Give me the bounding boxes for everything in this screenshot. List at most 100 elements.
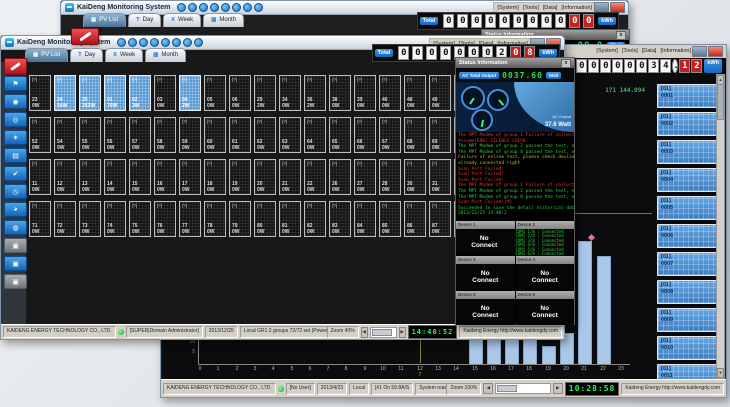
pin-icon[interactable] [172,38,181,47]
group-panel[interactable]: [01]0007 [657,252,719,276]
pv-panel[interactable]: [?]2454W [54,75,76,111]
pv-panel[interactable]: [?]550W [79,117,101,153]
menu-item[interactable]: [Data] [543,5,558,11]
camera-icon[interactable]: ▣ [4,256,27,271]
pin-icon[interactable] [232,3,241,12]
pv-panel[interactable]: [?]670W [379,117,401,153]
shield-icon[interactable]: ✔ [4,166,27,181]
menu-item[interactable]: [Information] [561,5,592,11]
pv-panel[interactable]: [?]030W [154,75,176,111]
pv-panel[interactable]: [?]570W [129,117,151,153]
close-button[interactable] [708,46,723,57]
pv-panel[interactable]: [?]530W [29,117,51,153]
pv-panel[interactable]: [?]870W [429,201,451,237]
pv-panel[interactable]: [?]390W [354,75,376,111]
pv-panel[interactable]: [?]190W [229,159,251,195]
pv-panel[interactable]: [?]042W [179,75,201,111]
brand-link[interactable]: Kaideng Energy http://www.kaidengdy.com [621,383,724,395]
pv-panel[interactable]: [?]0170W [104,75,126,111]
tab-day[interactable]: TDay [70,48,103,62]
pv-panel[interactable]: [?]710W [29,201,51,237]
zoom-right-arrow[interactable]: ▶ [553,383,563,394]
pv-panel[interactable]: [?]180W [204,159,226,195]
pv-panel[interactable]: [?]790W [229,201,251,237]
pv-panel[interactable]: [?]590W [179,117,201,153]
pv-panel[interactable]: [?]540W [54,117,76,153]
pv-panel[interactable]: [?]400W [379,75,401,111]
zoom-left-arrow[interactable]: ◀ [361,327,368,338]
pv-panel[interactable]: [?]800W [254,201,276,237]
camera-icon[interactable]: ▣ [4,238,27,253]
record-icon[interactable] [177,3,186,12]
pv-panel[interactable]: [?]820W [304,201,326,237]
close-icon[interactable]: x [616,31,626,40]
pv-panel[interactable]: [?]023W [129,75,151,111]
zoom-left-arrow[interactable]: ◀ [483,383,493,394]
pv-panel[interactable]: [?]640W [304,117,326,153]
edit-pen-button[interactable] [71,28,99,45]
pv-panel[interactable]: [?]770W [179,201,201,237]
settings-icon[interactable]: ✶ [4,130,27,145]
pv-panel[interactable]: [?]362W [304,75,326,111]
group-panel[interactable]: [01]0008 [657,280,719,304]
pv-panel[interactable]: [?]170W [179,159,201,195]
group-panel[interactable]: [01]0004 [657,168,719,192]
tab-week[interactable]: XWeek [163,13,201,27]
close-icon[interactable]: x [561,59,571,68]
menu-item[interactable]: [Information] [660,48,691,54]
group-panel[interactable]: [01]0002 [657,112,719,136]
pv-panel[interactable]: [?]130W [79,159,101,195]
pv-panel[interactable]: [?]740W [104,201,126,237]
group-panel[interactable]: [01]0001 [657,84,719,108]
mail-icon[interactable] [243,3,252,12]
pv-panel[interactable]: [?]300W [404,159,426,195]
tab-day[interactable]: TDay [128,13,161,27]
menu-item[interactable]: [Tools] [622,48,638,54]
clock-icon[interactable]: ◷ [4,184,27,199]
report-icon[interactable]: ▤ [4,148,27,163]
pv-panel[interactable]: [?]210W [279,159,301,195]
pv-panel[interactable]: [?]050W [204,75,226,111]
pv-panel[interactable]: [?]810W [279,201,301,237]
menu-item[interactable]: [System] [497,5,518,11]
pv-panel[interactable]: [?]560W [104,117,126,153]
status-info-titlebar[interactable]: Status Information x [456,58,574,68]
mail-icon[interactable] [183,38,192,47]
pv-panel[interactable]: [?]680W [404,117,426,153]
tab-pv-list[interactable]: ▦PV List [25,48,68,62]
layout-icon[interactable] [210,3,219,12]
minimize-button[interactable] [692,46,707,57]
pv-panel[interactable]: [?]110W [29,159,51,195]
tab-week[interactable]: XWeek [105,48,143,62]
pv-panel[interactable]: [?]340W [279,75,301,111]
pv-panel[interactable]: [?]690W [429,117,451,153]
settings-icon[interactable] [128,38,137,47]
pv-panel[interactable]: [?]260W [329,159,351,195]
pie-chart-icon[interactable]: ◕ [4,202,27,217]
zoom-slider[interactable] [370,327,397,338]
pv-panel[interactable]: [?]120W [54,159,76,195]
help-icon[interactable] [254,3,263,12]
pv-panel[interactable]: [?]610W [229,117,251,153]
pv-panel[interactable]: [?]830W [329,201,351,237]
settings-icon[interactable] [188,3,197,12]
group-panel[interactable]: [01]0009 [657,308,719,332]
pv-panel[interactable]: [?]580W [154,117,176,153]
group-panel[interactable]: [01]0005 [657,196,719,220]
pv-panel[interactable]: [?]230W [29,75,51,111]
camera-icon[interactable]: ▣ [4,274,27,289]
lock-icon[interactable] [139,38,148,47]
edit-pen-button[interactable] [4,58,27,75]
group-panel[interactable]: [01]0003 [657,140,719,164]
brand-link[interactable]: Kaideng Energy http://www.kaidengdy.com [459,326,562,338]
help-icon[interactable] [194,38,203,47]
pv-panel[interactable]: [?]730W [79,201,101,237]
group-panel[interactable]: [01]0010 [657,336,719,360]
pv-panel[interactable]: [?]630W [279,117,301,153]
zoom-right-arrow[interactable]: ▶ [399,327,406,338]
pv-panel[interactable]: [?]620W [254,117,276,153]
copy-icon[interactable] [221,3,230,12]
pv-panel[interactable]: [?]490W [429,75,451,111]
network-icon[interactable]: ◍ [4,220,27,235]
info-icon[interactable]: ◉ [4,94,27,109]
